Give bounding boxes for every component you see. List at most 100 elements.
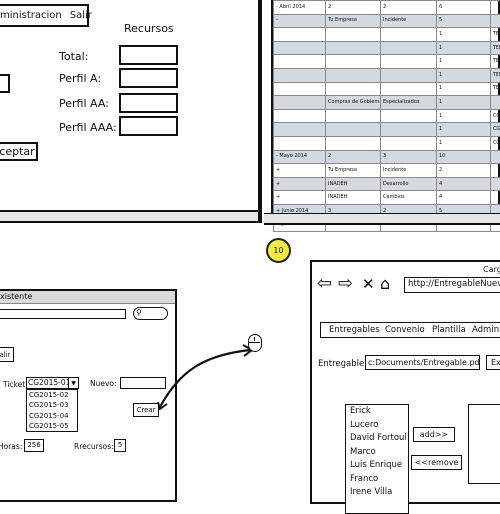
table-cell: [274, 82, 326, 96]
assign-search-button[interactable]: ⚲: [133, 307, 168, 320]
table-cell: 2: [437, 164, 491, 178]
forward-arrow-icon[interactable]: ⇨: [338, 274, 353, 294]
ticket-label: Ticket:: [3, 380, 28, 389]
page-number: 10: [273, 246, 283, 255]
table-cell: [491, 150, 500, 164]
browser-menu-bar: Entregables Convenio Plantilla Adminis: [320, 322, 500, 338]
menu-administracion[interactable]: ministracion: [0, 10, 62, 21]
menu-salir[interactable]: Salir: [70, 10, 92, 21]
ticket-option[interactable]: CG2015-05: [27, 421, 77, 431]
recursos-label: Rrecursos:: [74, 442, 114, 451]
ticket-option[interactable]: CG2015-02: [27, 390, 77, 400]
file-browse-button[interactable]: Ex: [486, 355, 500, 370]
table-row[interactable]: 1TEMPR: [274, 55, 500, 69]
salir-button[interactable]: alir: [0, 347, 14, 362]
table-row[interactable]: 1TEMPR: [274, 41, 500, 55]
chevron-down-icon: ▼: [71, 380, 76, 387]
table-cell: [274, 109, 326, 123]
table-cell: Tu Empresa: [326, 164, 381, 178]
menu-convenio[interactable]: Convenio: [385, 325, 425, 335]
table-row[interactable]: +INADEHCambios4: [274, 191, 500, 205]
home-icon[interactable]: ⌂: [380, 274, 390, 294]
list-item[interactable]: Luis Enrique: [346, 459, 408, 473]
table-cell: [326, 68, 381, 82]
table-row[interactable]: Compras de GobiernoEspecializados1: [274, 96, 500, 110]
close-icon[interactable]: ✕: [362, 274, 375, 294]
table-cell: Incidente: [381, 164, 437, 178]
table-cell: 2: [326, 150, 381, 164]
accept-button[interactable]: ceptar: [0, 142, 38, 161]
page-number-badge: 10: [266, 238, 291, 263]
table-row[interactable]: 1CG201: [274, 123, 500, 137]
crear-button[interactable]: Crear: [133, 403, 159, 417]
table-row[interactable]: +Tu EmpresaIncidente2: [274, 164, 500, 178]
remove-button[interactable]: <<remove: [411, 455, 462, 470]
list-item[interactable]: Irene Villa: [346, 486, 408, 500]
table-cell: [381, 41, 437, 55]
table-row[interactable]: - Mayo 20142310: [274, 150, 500, 164]
selected-list[interactable]: [468, 404, 500, 484]
table-cell: 3: [381, 150, 437, 164]
table-cell: 2: [326, 1, 381, 15]
report-table: - Abril 2014226-Tu EmpresaIncidente51TEM…: [273, 0, 500, 232]
table-row[interactable]: 1CG201: [274, 136, 500, 150]
table-cell: -: [274, 14, 326, 28]
assign-title: xistente: [0, 292, 32, 301]
table-row[interactable]: +INADEHDesarrollo4: [274, 177, 500, 191]
table-cell: +: [274, 164, 326, 178]
table-cell: [381, 82, 437, 96]
assign-titlebar: xistente: [0, 291, 175, 304]
table-cell: [326, 41, 381, 55]
table-row[interactable]: 1TEMPR: [274, 28, 500, 42]
table-row[interactable]: 1TEMPR: [274, 82, 500, 96]
table-cell: 1: [437, 41, 491, 55]
list-item[interactable]: David Fortoul: [346, 432, 408, 446]
nav-toolbar: ⇦ ⇨ ✕ ⌂ http://EntregableNuevo: [312, 274, 500, 296]
browser-panel: Carg ⇦ ⇨ ✕ ⌂ http://EntregableNuevo Entr…: [310, 260, 500, 504]
ticket-option[interactable]: CG2015-04: [27, 411, 77, 421]
ticket-options-list[interactable]: CG2015-02 CG2015-03 CG2015-04 CG2015-05: [26, 389, 78, 432]
assign-search-input[interactable]: [0, 309, 126, 319]
table-row[interactable]: 1TEMPR: [274, 68, 500, 82]
nuevo-input[interactable]: [120, 377, 166, 389]
menu-entregables[interactable]: Entregables: [329, 325, 380, 335]
table-cell: - Mayo 2014: [274, 150, 326, 164]
back-arrow-icon[interactable]: ⇦: [317, 274, 332, 294]
entregable-label: Entregable:: [318, 359, 367, 369]
table-row[interactable]: 1CG201: [274, 109, 500, 123]
perfil-aa-input[interactable]: [119, 93, 178, 113]
ticket-dropdown-button[interactable]: ▼: [68, 377, 79, 389]
list-item[interactable]: Franco: [346, 473, 408, 487]
menu-plantilla[interactable]: Plantilla: [432, 325, 466, 335]
list-item[interactable]: Erick: [346, 405, 408, 419]
table-header-row[interactable]: - Abril 2014226: [274, 1, 500, 15]
table-cell: [274, 136, 326, 150]
menu-adminis[interactable]: Adminis: [472, 325, 500, 335]
nuevo-label: Nuevo:: [90, 379, 117, 388]
ticket-option[interactable]: CG2015-03: [27, 400, 77, 410]
add-button[interactable]: add>>: [413, 427, 455, 442]
total-input[interactable]: [119, 45, 178, 65]
search-icon: ⚲: [136, 308, 142, 317]
table-cell: [326, 28, 381, 42]
table-cell: [491, 1, 500, 15]
horas-label: Horas:: [0, 442, 22, 451]
perfil-aaa-input[interactable]: [119, 116, 178, 136]
table-cell: +: [274, 191, 326, 205]
field-label-perfil-a: Perfil A:: [59, 72, 101, 85]
recursos-value: 5: [118, 441, 122, 449]
horas-value-box: 256: [24, 439, 44, 452]
url-text: http://EntregableNuevo: [408, 279, 500, 289]
horas-value: 256: [27, 441, 40, 449]
table-row[interactable]: -Tu EmpresaIncidente5: [274, 14, 500, 28]
table-cell: 10: [437, 150, 491, 164]
url-bar[interactable]: http://EntregableNuevo: [404, 277, 500, 293]
left-edge-box[interactable]: [0, 74, 10, 93]
people-list[interactable]: Erick Lucero David Fortoul Marco Luis En…: [345, 404, 409, 514]
list-item[interactable]: Lucero: [346, 419, 408, 433]
file-path-input[interactable]: c:Documents/Entregable.pdf: [365, 355, 480, 370]
list-item[interactable]: Marco: [346, 446, 408, 460]
table-cell: CG201: [491, 109, 500, 123]
perfil-a-input[interactable]: [119, 68, 178, 88]
table-cell: [274, 41, 326, 55]
